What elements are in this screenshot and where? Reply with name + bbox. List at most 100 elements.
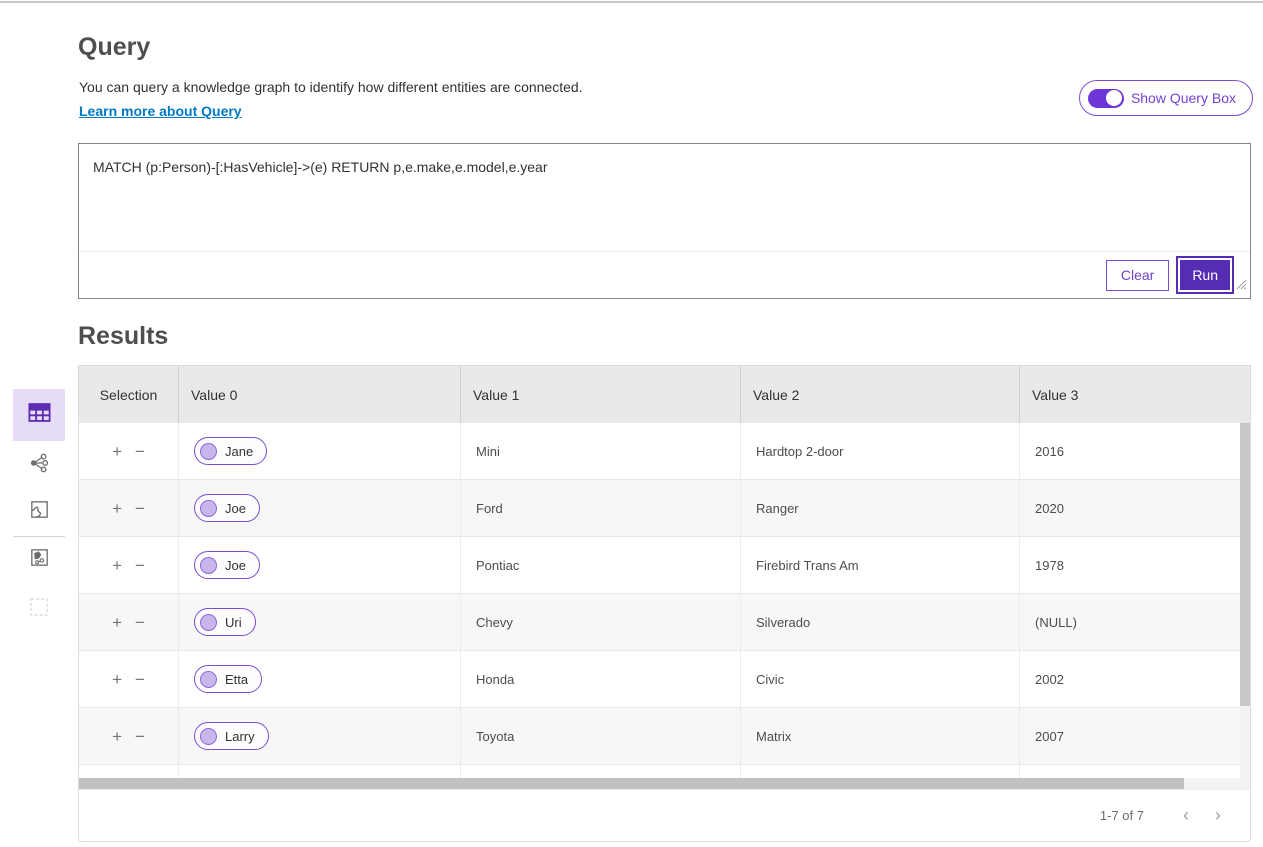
column-header-value2: Value 2 [741, 366, 1020, 423]
pagination-label: 1-7 of 7 [1100, 808, 1144, 823]
cell-year: 2020 [1020, 480, 1250, 536]
cell-make [461, 765, 741, 778]
results-panel: Selection Value 0 Value 1 Value 2 Value … [78, 365, 1251, 842]
remove-selection-button[interactable]: − [135, 500, 145, 517]
sidebar-item-table-view[interactable] [13, 389, 65, 441]
disabled-view-icon [28, 596, 50, 623]
show-query-box-toggle[interactable]: Show Query Box [1079, 80, 1253, 116]
entity-chip-label: Larry [225, 729, 255, 744]
table-body: + − Jane Mini Hardtop 2-door 2016 + − Jo… [79, 423, 1250, 778]
toggle-switch-icon[interactable] [1088, 89, 1124, 108]
selection-cell: + − [79, 708, 179, 764]
cell-model: Hardtop 2-door [741, 423, 1020, 479]
learn-more-link[interactable]: Learn more about Query [79, 103, 242, 119]
cell-model [741, 765, 1020, 778]
entity-node-icon [200, 728, 217, 745]
cell-make: Pontiac [461, 537, 741, 593]
table-row: + − Jane Mini Hardtop 2-door 2016 [79, 423, 1250, 480]
entity-cell: Joe [179, 537, 461, 593]
table-row: + − Uri Chevy Silverado (NULL) [79, 594, 1250, 651]
column-header-value3: Value 3 [1020, 366, 1250, 423]
column-header-value1: Value 1 [461, 366, 741, 423]
entity-chip-label: Etta [225, 672, 248, 687]
toggle-knob [1106, 90, 1122, 106]
query-footer: Clear Run [79, 251, 1250, 298]
cell-make: Mini [461, 423, 741, 479]
entity-node-icon [200, 671, 217, 688]
add-selection-button[interactable]: + [112, 443, 122, 460]
cell-make: Honda [461, 651, 741, 707]
vertical-scrollbar[interactable] [1240, 423, 1250, 778]
entity-chip-label: Uri [225, 615, 242, 630]
cell-make: Toyota [461, 708, 741, 764]
add-selection-button[interactable]: + [112, 671, 122, 688]
add-selection-button[interactable]: + [112, 728, 122, 745]
entity-cell: Joe [179, 480, 461, 536]
next-page-button[interactable]: › [1202, 805, 1234, 826]
cell-year: (NULL) [1020, 594, 1250, 650]
column-header-selection: Selection [79, 366, 179, 423]
entity-cell: Jane [179, 423, 461, 479]
horizontal-scrollbar-thumb[interactable] [79, 778, 1184, 789]
prev-page-button[interactable]: ‹ [1170, 805, 1202, 826]
table-header-row: Selection Value 0 Value 1 Value 2 Value … [79, 366, 1250, 423]
entity-cell: Uri [179, 594, 461, 650]
vertical-scrollbar-thumb[interactable] [1240, 423, 1250, 706]
sidebar-item-map-view[interactable] [13, 492, 65, 532]
entity-chip[interactable]: Larry [194, 722, 269, 750]
entity-chip[interactable]: Uri [194, 608, 256, 636]
cell-model: Civic [741, 651, 1020, 707]
entity-chip-label: Jane [225, 444, 253, 459]
clear-button[interactable]: Clear [1106, 260, 1169, 291]
remove-selection-button[interactable]: − [135, 443, 145, 460]
table-row: + − [79, 765, 1250, 778]
entity-node-icon [200, 557, 217, 574]
cell-model: Matrix [741, 708, 1020, 764]
cell-year: 1978 [1020, 537, 1250, 593]
cell-year: 2007 [1020, 708, 1250, 764]
remove-selection-button[interactable]: − [135, 614, 145, 631]
map-view-icon [28, 498, 51, 526]
page-title: Query [78, 33, 150, 62]
entity-chip[interactable]: Jane [194, 437, 267, 465]
add-selection-button[interactable]: + [112, 500, 122, 517]
entity-chip-label: Joe [225, 558, 246, 573]
table-row: + − Larry Toyota Matrix 2007 [79, 708, 1250, 765]
add-selection-button[interactable]: + [112, 557, 122, 574]
remove-selection-button[interactable]: − [135, 728, 145, 745]
run-button[interactable]: Run [1178, 258, 1232, 292]
table-row: + − Joe Ford Ranger 2020 [79, 480, 1250, 537]
entity-chip[interactable]: Joe [194, 551, 260, 579]
remove-selection-button[interactable]: − [135, 557, 145, 574]
entity-chip[interactable]: Joe [194, 494, 260, 522]
cell-year: 2016 [1020, 423, 1250, 479]
entity-cell: Etta [179, 651, 461, 707]
selection-cell: + − [79, 594, 179, 650]
resize-handle-icon[interactable] [1236, 277, 1247, 295]
entity-chip[interactable]: Etta [194, 665, 262, 693]
page: Query You can query a knowledge graph to… [0, 0, 1263, 847]
sidebar-item-link-chart-view[interactable] [13, 445, 65, 485]
selection-cell: + − [79, 537, 179, 593]
column-header-value0: Value 0 [179, 366, 461, 423]
entity-cell: Larry [179, 708, 461, 764]
cell-model: Ranger [741, 480, 1020, 536]
add-selection-button[interactable]: + [112, 614, 122, 631]
sidebar-item-disabled-view [13, 589, 65, 629]
view-sidebar [0, 0, 78, 847]
query-input[interactable]: MATCH (p:Person)-[:HasVehicle]->(e) RETU… [79, 144, 1250, 251]
cell-model: Firebird Trans Am [741, 537, 1020, 593]
cell-year: 2002 [1020, 651, 1250, 707]
window-top-border [0, 1, 1263, 3]
results-footer: 1-7 of 7 ‹ › [79, 789, 1250, 841]
remove-selection-button[interactable]: − [135, 671, 145, 688]
selection-cell: + − [79, 480, 179, 536]
table-body-wrap: + − Jane Mini Hardtop 2-door 2016 + − Jo… [79, 423, 1250, 778]
horizontal-scrollbar[interactable] [79, 778, 1250, 789]
cell-year [1020, 765, 1250, 778]
selection-cell: + − [79, 765, 179, 778]
table-view-icon [26, 399, 53, 431]
sidebar-item-new-map-view[interactable] [13, 540, 65, 580]
toggle-label: Show Query Box [1131, 90, 1236, 106]
entity-node-icon [200, 443, 217, 460]
